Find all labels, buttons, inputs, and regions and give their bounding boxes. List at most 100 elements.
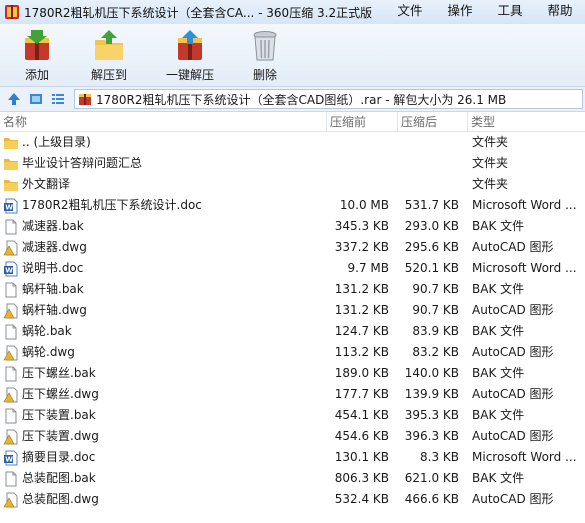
file-name: 毕业设计答辩问题汇总 [22, 156, 143, 170]
address-field[interactable]: 1780R2粗轧机压下系统设计（全套含CAD图纸）.rar - 解包大小为 26… [74, 89, 583, 109]
file-row[interactable]: 压下螺丝.dwg 177.7 KB 139.9 KB AutoCAD 图形 [0, 384, 585, 405]
file-packed-size: 520.1 KB [404, 261, 459, 275]
up-arrow-icon[interactable] [4, 89, 24, 109]
add-archive-icon [25, 30, 49, 60]
one-click-extract-label: 一键解压 [165, 68, 214, 82]
add-label: 添加 [24, 68, 49, 82]
menu-help[interactable]: 帮助 [535, 0, 585, 24]
folder-icon [3, 156, 19, 172]
folder-icon [3, 177, 19, 193]
file-type: AutoCAD 图形 [472, 387, 554, 401]
file-row[interactable]: 蜗轮.dwg 113.2 KB 83.2 KB AutoCAD 图形 [0, 342, 585, 363]
file-packed-size: 139.9 KB [404, 387, 459, 401]
file-name-cell: 压下螺丝.dwg [0, 384, 327, 405]
trash-icon [253, 31, 277, 61]
file-type: BAK 文件 [472, 366, 525, 380]
menu-file[interactable]: 文件 [385, 0, 435, 24]
list-header: 名称 压缩前 压缩后 类型 [0, 111, 585, 132]
file-size: 10.0 MB [339, 198, 389, 212]
file-row[interactable]: 蜗杆轴.bak 131.2 KB 90.7 KB BAK 文件 [0, 279, 585, 300]
file-packed-size: 466.6 KB [404, 492, 459, 506]
file-packed-size: 83.2 KB [412, 345, 459, 359]
file-type: BAK 文件 [472, 408, 525, 422]
add-button[interactable]: 添加 [2, 24, 72, 86]
file-name: 总装配图.dwg [22, 492, 99, 506]
view-large-icon[interactable] [26, 89, 46, 109]
file-type: AutoCAD 图形 [472, 345, 554, 359]
file-packed-size: 8.3 KB [420, 450, 459, 464]
file-row[interactable]: 压下装置.bak 454.1 KB 395.3 KB BAK 文件 [0, 405, 585, 426]
file-name: 压下装置.bak [22, 408, 96, 422]
menu-operation[interactable]: 操作 [435, 0, 485, 24]
svg-text:W: W [5, 266, 13, 274]
one-click-extract-icon [178, 30, 202, 60]
extract-to-label: 解压到 [90, 68, 127, 82]
view-list-icon[interactable] [48, 89, 68, 109]
column-size[interactable]: 压缩前 [327, 111, 398, 132]
file-row[interactable]: .. (上级目录) 文件夹 [0, 132, 585, 153]
file-size [327, 132, 398, 153]
file-size: 337.2 KB [334, 240, 389, 254]
file-row[interactable]: W 摘要目录.doc 130.1 KB 8.3 KB Microsoft Word ..… [0, 447, 585, 468]
dwg-file-icon [3, 492, 19, 508]
file-row[interactable]: 压下螺丝.bak 189.0 KB 140.0 KB BAK 文件 [0, 363, 585, 384]
file-row[interactable]: W 说明书.doc 9.7 MB 520.1 KB Microsoft Word ... [0, 258, 585, 279]
column-packed[interactable]: 压缩后 [398, 111, 468, 132]
file-size [327, 174, 398, 195]
file-type: AutoCAD 图形 [472, 240, 554, 254]
file-row[interactable]: 减速器.dwg 337.2 KB 295.6 KB AutoCAD 图形 [0, 237, 585, 258]
file-name-cell: 压下装置.dwg [0, 426, 327, 447]
file-name: 压下装置.dwg [22, 429, 99, 443]
file-row[interactable]: W 1780R2粗轧机压下系统设计.doc 10.0 MB 531.7 KB Micro… [0, 195, 585, 216]
file-row[interactable]: 减速器.bak 345.3 KB 293.0 KB BAK 文件 [0, 216, 585, 237]
dwg-file-icon [3, 303, 19, 319]
file-size: 113.2 KB [334, 345, 389, 359]
file-name-cell: 压下螺丝.bak [0, 363, 327, 384]
svg-text:W: W [5, 203, 13, 211]
file-row[interactable]: 压下装置.dwg 454.6 KB 396.3 KB AutoCAD 图形 [0, 426, 585, 447]
file-type: BAK 文件 [472, 471, 525, 485]
file-packed-size: 293.0 KB [404, 219, 459, 233]
file-size: 131.2 KB [334, 303, 389, 317]
menu-tools[interactable]: 工具 [485, 0, 535, 24]
file-size: 131.2 KB [334, 282, 389, 296]
file-type: Microsoft Word ... [472, 261, 577, 275]
file-row[interactable]: 外文翻译 文件夹 [0, 174, 585, 195]
file-row[interactable]: 蜗杆轴.dwg 131.2 KB 90.7 KB AutoCAD 图形 [0, 300, 585, 321]
file-type: BAK 文件 [472, 282, 525, 296]
bak-file-icon [3, 366, 19, 382]
bak-file-icon [3, 324, 19, 340]
file-name-cell: 压下装置.bak [0, 405, 327, 426]
file-name-cell: W 摘要目录.doc [0, 447, 327, 468]
file-name-cell: 减速器.bak [0, 216, 327, 237]
dwg-file-icon [3, 240, 19, 256]
file-type: AutoCAD 图形 [472, 492, 554, 506]
word-doc-icon: W [3, 198, 19, 214]
address-bar: 1780R2粗轧机压下系统设计（全套含CAD图纸）.rar - 解包大小为 26… [0, 86, 585, 112]
column-name[interactable]: 名称 [0, 111, 327, 132]
file-packed-size [398, 153, 468, 174]
one-click-extract-button[interactable]: 一键解压 [150, 24, 230, 86]
extract-to-button[interactable]: 解压到 [74, 24, 144, 86]
window-title: 1780R2粗轧机压下系统设计（全套含CA... - 360压缩 3.2正式版 [24, 5, 373, 20]
file-row[interactable]: 总装配图.dwg 532.4 KB 466.6 KB AutoCAD 图形 [0, 489, 585, 510]
file-row[interactable]: 蜗轮.bak 124.7 KB 83.9 KB BAK 文件 [0, 321, 585, 342]
file-row[interactable]: 总装配图.bak 806.3 KB 621.0 KB BAK 文件 [0, 468, 585, 489]
file-name-cell: W 说明书.doc [0, 258, 327, 279]
column-type[interactable]: 类型 [468, 112, 585, 132]
file-name: 蜗杆轴.dwg [22, 303, 87, 317]
bak-file-icon [3, 282, 19, 298]
delete-button[interactable]: 删除 [232, 24, 298, 86]
file-list: .. (上级目录) 文件夹 毕业设计答辩问题汇总 文件夹 外文翻译 文件夹 W 1780R2粗… [0, 132, 585, 510]
file-row[interactable]: 毕业设计答辩问题汇总 文件夹 [0, 153, 585, 174]
file-type: 文件夹 [472, 135, 509, 149]
file-packed-size: 90.7 KB [412, 282, 459, 296]
file-packed-size: 295.6 KB [404, 240, 459, 254]
file-name: 压下螺丝.bak [22, 366, 96, 380]
delete-label: 删除 [252, 68, 277, 82]
file-type: BAK 文件 [472, 324, 525, 338]
word-doc-icon: W [3, 450, 19, 466]
file-packed-size: 90.7 KB [412, 303, 459, 317]
dwg-file-icon [3, 429, 19, 445]
file-size: 454.6 KB [334, 429, 389, 443]
